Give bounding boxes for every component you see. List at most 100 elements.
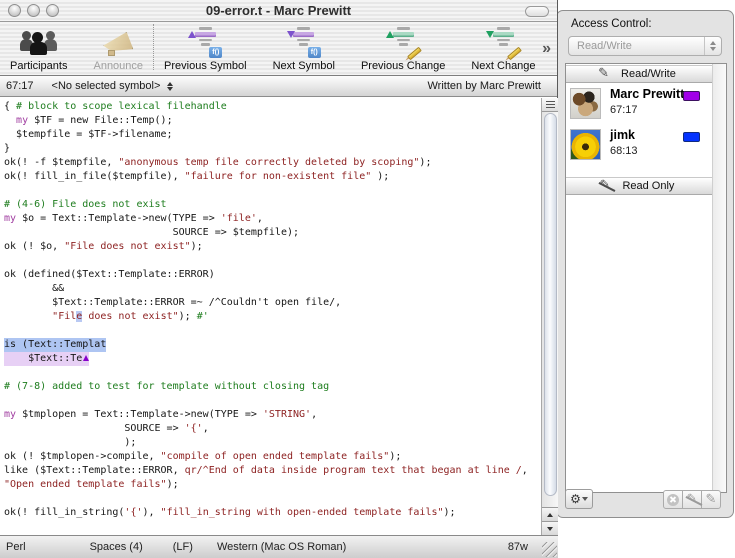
symbol-popup[interactable]: <No selected symbol> xyxy=(52,80,161,92)
code-line: $tempfile = $TF->filename; xyxy=(4,128,541,142)
toolbar: Participants Announce f() Previous Symbo… xyxy=(0,22,557,76)
user-row-marc-prewitt[interactable]: Marc Prewitt 67:17 xyxy=(566,86,726,124)
set-read-write-button[interactable]: ✎ xyxy=(701,490,721,509)
previous-change-icon xyxy=(385,27,421,58)
code-line: SOURCE => '{', xyxy=(4,422,541,436)
code-line: ); xyxy=(4,436,541,450)
code-line: } xyxy=(4,142,541,156)
scrollbar-track[interactable] xyxy=(542,113,558,507)
gear-menu-button[interactable]: ⚙ xyxy=(565,489,593,509)
set-read-write-icon: ✎ xyxy=(706,495,717,505)
symbol-navigation-bar: 67:17 <No selected symbol> Written by Ma… xyxy=(0,76,557,97)
toolbar-separator xyxy=(153,24,154,70)
tab-setting[interactable]: Spaces (4) xyxy=(90,541,143,553)
toolbar-overflow-chevron[interactable]: » xyxy=(542,40,551,58)
code-line: $Text::Te xyxy=(4,352,541,366)
code-editor[interactable]: { # block to scope lexical filehandle my… xyxy=(0,98,541,535)
user-name: Marc Prewitt xyxy=(610,87,684,101)
resize-grip[interactable] xyxy=(542,542,557,557)
code-line: ok(! -f $tempfile, "anonymous temp file … xyxy=(4,156,541,170)
toolbar-item-participants[interactable]: Participants xyxy=(10,24,67,72)
avatar xyxy=(570,129,601,160)
code-line: # (4-6) File does not exist xyxy=(4,198,541,212)
next-change-icon xyxy=(485,27,521,58)
megaphone-icon xyxy=(99,30,137,58)
minimize-button[interactable] xyxy=(27,4,40,17)
code-line: my $tmplopen = Text::Template->new(TYPE … xyxy=(4,408,541,422)
code-line: ok (defined($Text::Template::ERROR) xyxy=(4,268,541,282)
code-line: ok (! $tmplopen->compile, "compile of op… xyxy=(4,450,541,464)
language-mode[interactable]: Perl xyxy=(6,541,26,553)
code-line xyxy=(4,394,541,408)
cursor-position: 67:17 xyxy=(6,80,34,92)
code-line: ok (! $o, "File does not exist"); xyxy=(4,240,541,254)
code-line xyxy=(4,254,541,268)
code-line: like ($Text::Template::ERROR, qr/^End of… xyxy=(4,464,541,478)
popup-stepper-icon xyxy=(704,37,721,55)
symbol-popup-stepper-icon[interactable] xyxy=(167,82,173,91)
popup-selected-value: Read/Write xyxy=(569,40,704,52)
code-line: SOURCE => $tempfile); xyxy=(4,226,541,240)
pencil-icon: ✎ xyxy=(598,69,609,79)
scroll-down-button[interactable] xyxy=(542,521,558,535)
user-position: 67:17 xyxy=(610,104,638,116)
code-line: && xyxy=(4,282,541,296)
user-position: 68:13 xyxy=(610,145,638,157)
code-line: $Text::Template::ERROR =~ /^Couldn't ope… xyxy=(4,296,541,310)
toolbar-item-previous-symbol[interactable]: f() Previous Symbol xyxy=(164,24,247,72)
scroll-up-button[interactable] xyxy=(542,507,558,521)
traffic-lights xyxy=(8,4,59,17)
toolbar-toggle-button[interactable] xyxy=(525,6,549,17)
vertical-scrollbar xyxy=(541,98,558,535)
document-width: 87w xyxy=(508,541,528,553)
toolbar-item-next-change[interactable]: Next Change xyxy=(471,24,535,72)
close-button[interactable] xyxy=(8,4,21,17)
user-color-swatch xyxy=(683,132,700,142)
avatar xyxy=(570,88,601,119)
next-symbol-icon: f() xyxy=(286,27,322,58)
code-line: # (7-8) added to test for template witho… xyxy=(4,380,541,394)
encoding-setting[interactable]: Western (Mac OS Roman) xyxy=(217,541,346,553)
code-line: my $o = Text::Template->new(TYPE => 'fil… xyxy=(4,212,541,226)
set-read-only-button[interactable]: ✎ xyxy=(682,490,702,509)
code-line xyxy=(4,520,541,534)
editor-window: 09-error.t - Marc Prewitt Participants A… xyxy=(0,0,558,558)
kick-user-icon xyxy=(667,494,679,506)
participants-icon xyxy=(17,28,61,58)
kick-user-button[interactable] xyxy=(663,490,683,509)
list-scrollbar[interactable] xyxy=(712,64,726,492)
toolbar-item-announce[interactable]: Announce xyxy=(93,24,143,72)
section-label: Read/Write xyxy=(621,68,676,80)
set-read-only-icon: ✎ xyxy=(687,495,698,505)
code-line xyxy=(4,184,541,198)
window-title: 09-error.t - Marc Prewitt xyxy=(0,3,557,18)
section-header-read-only: ✎ Read Only xyxy=(566,177,726,195)
scrollbar-thumb[interactable] xyxy=(544,113,557,496)
user-name: jimk xyxy=(610,128,635,142)
title-bar[interactable]: 09-error.t - Marc Prewitt xyxy=(0,0,557,22)
screen: Access Control: Read/Write ✎ Read/Write … xyxy=(0,0,735,558)
user-row-jimk[interactable]: jimk 68:13 xyxy=(566,127,726,165)
code-line xyxy=(4,324,541,338)
code-line: ok(! fill_in_file($tempfile), "failure f… xyxy=(4,170,541,184)
zoom-button[interactable] xyxy=(46,4,59,17)
code-line: ok(! fill_in_string('{'), "fill_in_strin… xyxy=(4,506,541,520)
code-line: my $TF = new File::Temp(); xyxy=(4,114,541,128)
code-line xyxy=(4,492,541,506)
line-ending-setting[interactable]: (LF) xyxy=(173,541,193,553)
chevron-down-icon xyxy=(582,497,588,501)
status-bar: Perl Spaces (4) (LF) Western (Mac OS Rom… xyxy=(0,535,558,558)
access-control-drawer: Access Control: Read/Write ✎ Read/Write … xyxy=(556,10,734,518)
written-by-label: Written by Marc Prewitt xyxy=(428,80,542,92)
access-control-popup[interactable]: Read/Write xyxy=(568,36,722,56)
section-header-read-write: ✎ Read/Write xyxy=(566,65,726,83)
toolbar-item-next-symbol[interactable]: f() Next Symbol xyxy=(273,24,335,72)
section-label: Read Only xyxy=(622,180,674,192)
split-view-button[interactable] xyxy=(542,98,558,112)
code-content: { # block to scope lexical filehandle my… xyxy=(0,98,541,535)
access-control-label: Access Control: xyxy=(571,18,652,30)
pencil-crossed-icon: ✎ xyxy=(600,181,611,191)
code-line: { # block to scope lexical filehandle xyxy=(4,100,541,114)
participants-list: ✎ Read/Write Marc Prewitt 67:17 jimk 68:… xyxy=(565,63,727,493)
toolbar-item-previous-change[interactable]: Previous Change xyxy=(361,24,445,72)
